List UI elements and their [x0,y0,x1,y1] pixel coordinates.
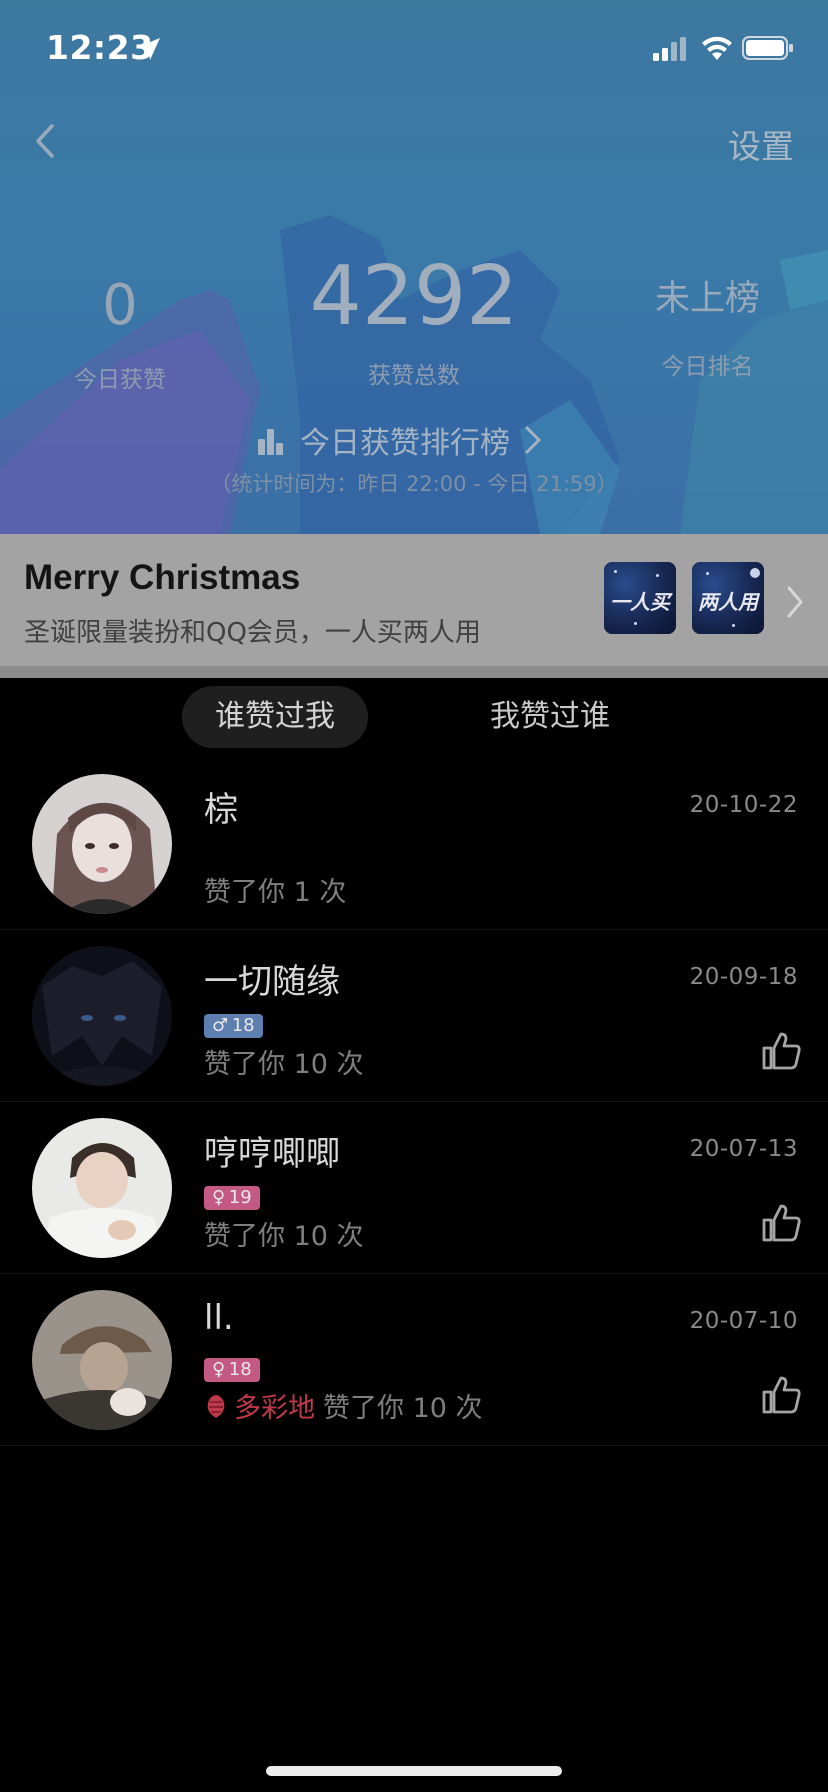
gift-name: 多彩地 [234,1393,315,1424]
list-item-date: 20-09-18 [689,964,798,990]
list-item[interactable]: 棕 20-10-22 赞了你 1 次 [0,758,828,930]
chevron-right-icon [525,426,541,454]
gender-age-badge: ♂ 18 [204,1014,263,1038]
thumbs-up-icon[interactable] [760,1030,802,1072]
wifi-icon [702,36,732,60]
avatar [32,1118,172,1258]
bar-chart-icon [258,429,283,455]
list-item-like-count: 赞了你 1 次 [204,870,346,909]
signal-icon [653,37,686,61]
list-item-like-count: 赞了你 10 次 [204,1042,364,1081]
total-likes-label: 获赞总数 [368,363,460,389]
status-bar: 12:23 [0,0,828,100]
list-item-name: 一切随缘 [204,962,340,1002]
list-item[interactable]: ll. 20-07-10 ♀ 18 多彩地 赞了你 10 次 [0,1274,828,1446]
list-item-date: 20-07-13 [689,1136,798,1162]
today-likes-value: 0 [102,273,138,338]
likes-list: 棕 20-10-22 赞了你 1 次 一切随缘 20-09-18 ♂ 18 赞了… [0,758,828,1446]
christmas-promo-banner[interactable]: Merry Christmas 圣诞限量装扮和QQ会员，一人买两人用 一人买 两… [0,534,828,666]
statistics-period: （统计时间为：昨日 22:00 - 今日 21:59） [210,472,618,496]
list-item-like-text: 赞了你 10 次 [323,1393,483,1424]
likes-header: 12:23 设置 0 今日获赞 4292 获赞总数 未上榜 今日排名 今日获赞排… [0,0,828,534]
gift-icon [207,1394,225,1418]
list-item-like-count: 多彩地 赞了你 10 次 [204,1386,483,1425]
list-item[interactable]: 哼哼唧唧 20-07-13 ♀ 19 赞了你 10 次 [0,1102,828,1274]
banner-subtitle: 圣诞限量装扮和QQ会员，一人买两人用 [24,618,481,648]
list-item-name: 哼哼唧唧 [204,1134,340,1174]
promo-thumbnail-two-people-use: 两人用 [692,562,764,634]
tab-who-i-liked[interactable]: 我赞过谁 [460,686,640,748]
battery-icon [742,36,793,60]
avatar [32,774,172,914]
promo-thumbnail-one-person-buys: 一人买 [604,562,676,634]
avatar [32,946,172,1086]
list-item-date: 20-07-10 [689,1308,798,1334]
back-button[interactable] [28,118,62,164]
list-item-like-count: 赞了你 10 次 [204,1214,364,1253]
location-arrow-icon [138,38,160,60]
section-divider [0,666,828,678]
list-item-like-text: 赞了你 1 次 [204,877,347,908]
today-likes-label: 今日获赞 [74,367,166,393]
tab-who-liked-me[interactable]: 谁赞过我 [182,686,368,748]
list-item-like-text: 赞了你 10 次 [204,1049,364,1080]
female-icon: ♀ [212,1187,229,1208]
chevron-right-icon [787,586,803,618]
list-item-date: 20-10-22 [689,792,798,818]
avatar [32,1290,172,1430]
ranking-link-label: 今日获赞排行榜 [300,426,510,461]
promo-thumbnail-label: 两人用 [698,590,758,614]
female-icon: ♀ [212,1359,229,1380]
likes-tabs: 谁赞过我 我赞过谁 [0,678,828,756]
badge-age: 19 [228,1187,252,1208]
settings-button[interactable]: 设置 [728,120,794,168]
today-rank-stat: 未上榜 今日排名 [640,282,775,381]
list-item-name: 棕 [204,790,238,830]
gender-age-badge: ♀ 19 [204,1186,260,1210]
badge-age: 18 [228,1359,252,1380]
thumbs-up-icon[interactable] [760,1374,802,1416]
badge-age: 18 [231,1015,255,1036]
home-indicator[interactable] [266,1766,562,1776]
gender-age-badge: ♀ 18 [204,1358,260,1382]
list-item[interactable]: 一切随缘 20-09-18 ♂ 18 赞了你 10 次 [0,930,828,1102]
promo-thumbnail-label: 一人买 [610,590,670,614]
total-likes-stat: 4292 获赞总数 [294,256,534,390]
list-item-like-text: 赞了你 10 次 [204,1221,364,1252]
today-rank-value: 未上榜 [654,279,760,319]
thumbs-up-icon[interactable] [760,1202,802,1244]
ranking-link[interactable]: 今日获赞排行榜 [256,418,544,462]
today-rank-label: 今日排名 [661,354,754,380]
banner-title: Merry Christmas [24,558,301,597]
today-likes-stat: 0 今日获赞 [60,278,180,394]
total-likes-value: 4292 [309,249,519,344]
list-item-name: ll. [204,1298,234,1338]
male-icon: ♂ [212,1015,232,1036]
